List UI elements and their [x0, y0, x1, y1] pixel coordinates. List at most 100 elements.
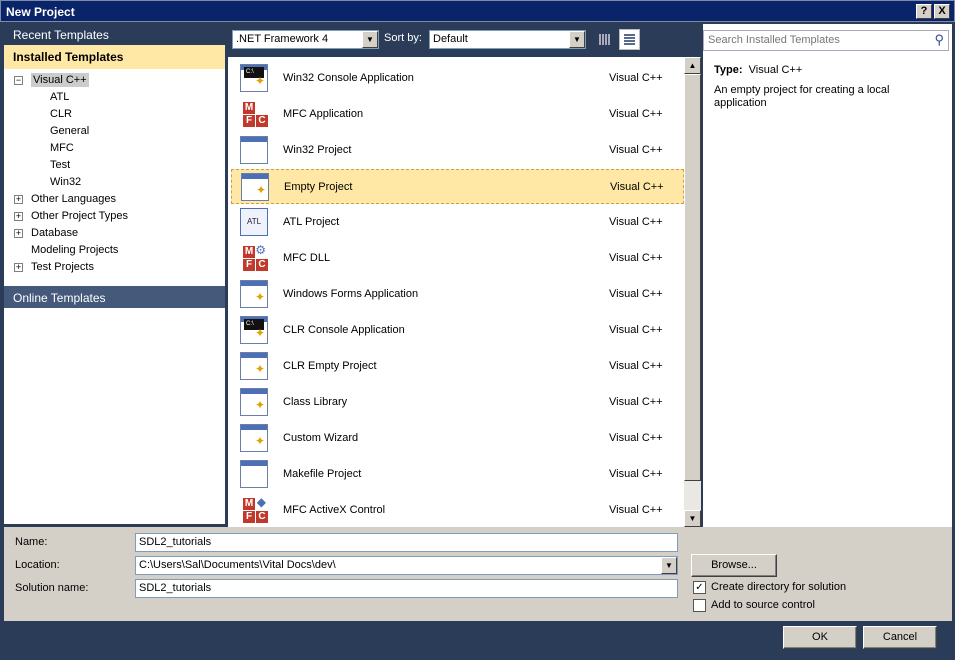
location-combo[interactable]: C:\Users\Sal\Documents\Vital Docs\dev\ ▼ [135, 556, 678, 575]
help-button[interactable]: ? [916, 4, 932, 19]
tree-item-label: Database [31, 227, 79, 239]
template-row[interactable]: ATL ATL Project Visual C++ [231, 205, 684, 240]
ok-button[interactable]: OK [783, 626, 857, 649]
template-name: MFC Application [283, 108, 364, 120]
location-value: C:\Users\Sal\Documents\Vital Docs\dev\ [139, 559, 336, 571]
tree-item-label: Modeling Projects [31, 244, 119, 256]
tree-item[interactable]: + Other Languages [14, 193, 116, 205]
dialog-footer: OK Cancel [4, 621, 952, 657]
chevron-down-icon: ▼ [569, 31, 585, 48]
search-input[interactable]: Search Installed Templates ⚲ [703, 30, 949, 51]
template-name: ATL Project [283, 216, 340, 228]
tree-item[interactable]: + Other Project Types [14, 210, 128, 222]
tree-item-label: Visual C++ [31, 73, 89, 87]
tree-item-label: Other Project Types [31, 210, 129, 222]
framework-select[interactable]: .NET Framework 4 ▼ [232, 30, 379, 49]
expand-icon[interactable]: + [14, 212, 23, 221]
template-language: Visual C++ [609, 72, 663, 84]
expand-icon[interactable]: + [14, 229, 23, 238]
scroll-thumb[interactable] [684, 74, 701, 481]
template-language: Visual C++ [609, 432, 663, 444]
checkbox-icon[interactable]: ✓ [693, 581, 706, 594]
template-language: Visual C++ [609, 324, 663, 336]
project-details-form: Name: SDL2_tutorials Location: C:\Users\… [4, 527, 952, 621]
tree-item-label: Other Languages [31, 193, 117, 205]
template-name: MFC ActiveX Control [283, 504, 386, 516]
collapse-icon[interactable]: − [14, 76, 23, 85]
template-description: Type: Visual C++ An empty project for cr… [714, 64, 944, 110]
template-list-scrollbar[interactable]: ▲ ▼ [684, 57, 701, 527]
source-control-label: Add to source control [711, 599, 815, 611]
chevron-down-icon[interactable]: ▼ [661, 557, 677, 574]
tree-item-label: Win32 [50, 176, 82, 188]
template-row[interactable]: ✦ CLR Empty Project Visual C++ [231, 349, 684, 384]
create-directory-label: Create directory for solution [711, 581, 847, 593]
tree-item[interactable]: CLR [50, 108, 72, 120]
recent-templates-header[interactable]: Recent Templates [4, 24, 225, 45]
template-row[interactable]: C:\ ✦ Win32 Console Application Visual C++ [231, 61, 684, 96]
type-label: Type: [714, 64, 743, 76]
solution-name-input[interactable]: SDL2_tutorials [135, 579, 678, 598]
expand-icon[interactable]: + [14, 263, 23, 272]
sort-select[interactable]: Default ▼ [429, 30, 586, 49]
checkbox-icon[interactable] [693, 599, 706, 612]
template-list: C:\ ✦ Win32 Console Application Visual C++ M… [228, 57, 684, 527]
makefile-project-icon [240, 460, 268, 488]
scroll-down-icon[interactable]: ▼ [684, 510, 701, 527]
tree-item[interactable]: − Visual C++ [14, 73, 89, 87]
clr-empty-icon: ✦ [240, 352, 268, 380]
installed-templates-header[interactable]: Installed Templates [4, 45, 225, 69]
template-name: Empty Project [284, 181, 353, 193]
browse-button[interactable]: Browse... [691, 554, 777, 577]
tree-item[interactable]: ATL [50, 91, 69, 103]
template-language: Visual C++ [609, 216, 663, 228]
small-icons-view-button[interactable] [594, 29, 615, 50]
chevron-down-icon: ▼ [362, 31, 378, 48]
search-placeholder: Search Installed Templates [708, 34, 840, 46]
expand-icon[interactable]: + [14, 195, 23, 204]
search-icon[interactable]: ⚲ [934, 32, 944, 48]
grid-view-icon [599, 34, 610, 45]
cancel-button[interactable]: Cancel [863, 626, 937, 649]
template-row[interactable]: C:\ ✦ CLR Console Application Visual C++ [231, 313, 684, 348]
tree-item-label: ATL [50, 91, 70, 103]
template-row[interactable]: M F C ◆ MFC ActiveX Control Visual C++ [231, 493, 684, 528]
template-name: MFC DLL [283, 252, 331, 264]
template-language: Visual C++ [609, 504, 663, 516]
location-label: Location: [15, 559, 60, 571]
list-view-icon [624, 34, 635, 45]
tree-item[interactable]: Test [50, 159, 70, 171]
online-templates-header[interactable]: Online Templates [4, 286, 225, 308]
name-input[interactable]: SDL2_tutorials [135, 533, 678, 552]
framework-value: .NET Framework 4 [236, 33, 329, 45]
template-row[interactable]: ✦ Windows Forms Application Visual C++ [231, 277, 684, 312]
scroll-up-icon[interactable]: ▲ [684, 57, 701, 74]
template-language: Visual C++ [609, 360, 663, 372]
tree-item[interactable]: + Database [14, 227, 78, 239]
template-language: Visual C++ [609, 144, 663, 156]
template-info-panel: Search Installed Templates ⚲ Type: Visua… [703, 24, 952, 527]
tree-item-label: General [50, 125, 90, 137]
tree-item[interactable]: Modeling Projects [14, 244, 118, 256]
tree-item[interactable]: Win32 [50, 176, 81, 188]
template-row[interactable]: ✦ Empty Project Visual C++ [231, 169, 684, 204]
tree-item[interactable]: General [50, 125, 89, 137]
close-button[interactable]: X [934, 4, 950, 19]
solution-name-label: Solution name: [15, 582, 89, 594]
template-row[interactable]: M F C ⚙ MFC DLL Visual C++ [231, 241, 684, 276]
console-app-icon: C:\ ✦ [240, 64, 268, 92]
template-row[interactable]: Makefile Project Visual C++ [231, 457, 684, 492]
template-row[interactable]: ✦ Custom Wizard Visual C++ [231, 421, 684, 456]
tree-item[interactable]: + Test Projects [14, 261, 94, 273]
template-row[interactable]: Win32 Project Visual C++ [231, 133, 684, 168]
details-view-button[interactable] [619, 29, 640, 50]
tree-item[interactable]: MFC [50, 142, 74, 154]
solution-name-value: SDL2_tutorials [139, 582, 212, 594]
mfc-dll-icon: M F C ⚙ [240, 244, 268, 272]
tree-item-label: Test Projects [31, 261, 94, 273]
clr-console-icon: C:\ ✦ [240, 316, 268, 344]
template-row[interactable]: M F C MFC Application Visual C++ [231, 97, 684, 132]
template-name: Class Library [283, 396, 348, 408]
template-row[interactable]: ✦ Class Library Visual C++ [231, 385, 684, 420]
template-name: Windows Forms Application [283, 288, 419, 300]
